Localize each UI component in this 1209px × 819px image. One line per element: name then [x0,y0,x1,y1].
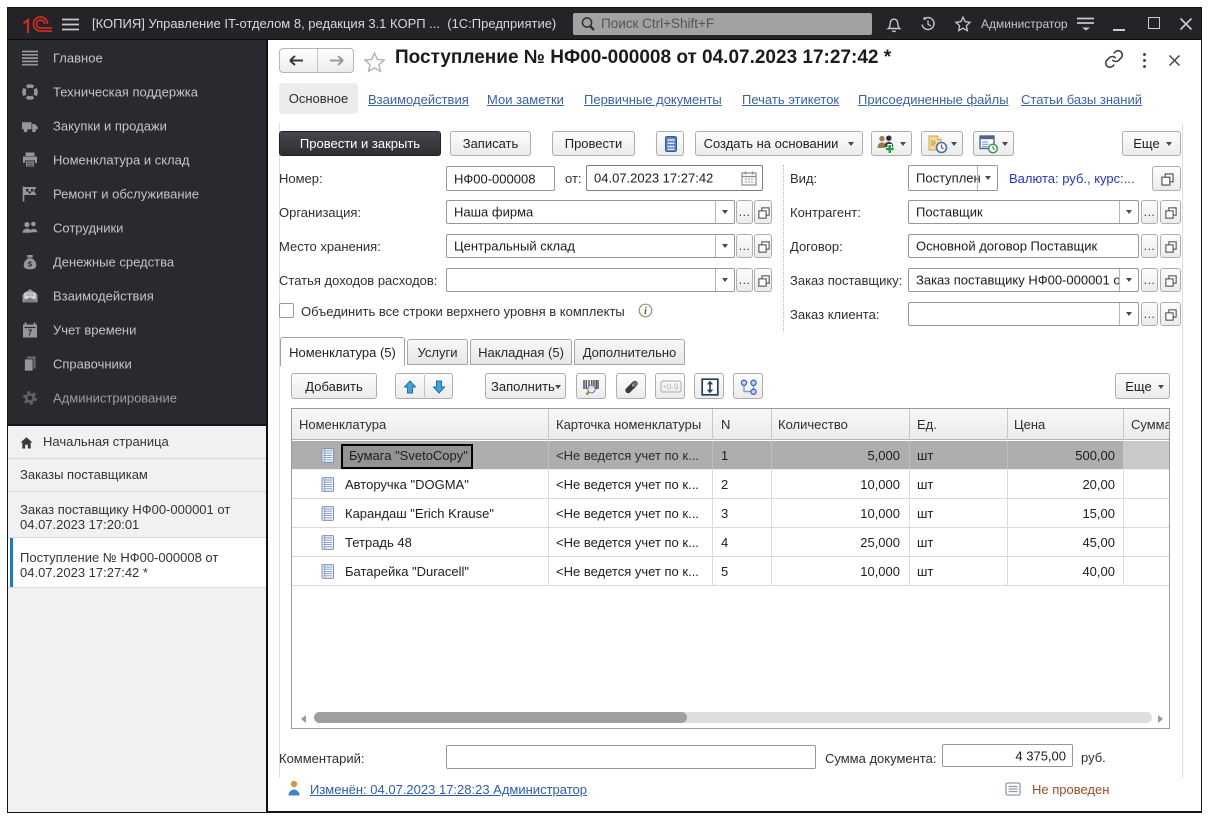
svg-text:7: 7 [28,329,33,338]
svg-text:0-9: 0-9 [667,383,679,392]
svg-text:i: i [644,306,647,317]
